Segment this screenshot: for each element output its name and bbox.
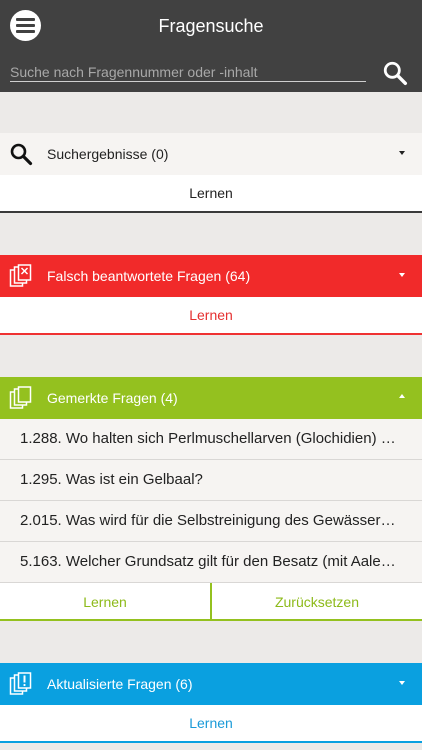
chevron-up-icon[interactable] [399,394,405,398]
section-header-search-results[interactable]: Suchergebnisse (0) [0,133,422,175]
list-item[interactable]: 5.163. Welcher Grundsatz gilt für den Be… [0,542,422,583]
updated-cards-icon [9,672,32,695]
app-bar: Fragensuche [0,0,422,92]
section-title: Gemerkte Fragen (4) [47,390,178,406]
list-item[interactable]: 1.288. Wo halten sich Perlmuschellarven … [0,419,422,460]
section-header-wrong-answers[interactable]: Falsch beantwortete Fragen (64) [0,255,422,297]
section-marked-questions: Gemerkte Fragen (4) 1.288. Wo halten sic… [0,377,422,621]
learn-button[interactable]: Lernen [0,297,422,335]
section-title: Aktualisierte Fragen (6) [47,676,193,692]
chevron-down-icon[interactable] [399,273,405,277]
marked-actions: Lernen Zurücksetzen [0,583,422,621]
search-input[interactable] [10,62,366,82]
question-list: 1.288. Wo halten sich Perlmuschellarven … [0,419,422,583]
section-wrong-answers: Falsch beantwortete Fragen (64) Lernen [0,255,422,335]
learn-button[interactable]: Lernen [0,175,422,213]
list-item[interactable]: 2.015. Was wird für die Selbstreinigung … [0,501,422,542]
page-title: Fragensuche [158,16,264,36]
search-icon [10,143,33,166]
learn-button[interactable]: Lernen [0,705,422,743]
chevron-down-icon[interactable] [399,151,405,155]
cards-icon [9,386,32,409]
section-title: Falsch beantwortete Fragen (64) [47,268,251,284]
section-header-marked-questions[interactable]: Gemerkte Fragen (4) [0,377,422,419]
list-item[interactable]: 1.295. Was ist ein Gelbaal? [0,460,422,501]
wrong-cards-icon [9,264,32,287]
learn-button[interactable]: Lernen [0,583,210,619]
section-updated-questions: Aktualisierte Fragen (6) Lernen [0,663,422,743]
section-search-results: Suchergebnisse (0) Lernen [0,133,422,213]
section-header-updated-questions[interactable]: Aktualisierte Fragen (6) [0,663,422,705]
section-title: Suchergebnisse (0) [47,146,169,162]
chevron-down-icon[interactable] [399,681,405,685]
search-icon[interactable] [382,60,408,86]
reset-button[interactable]: Zurücksetzen [212,583,422,619]
